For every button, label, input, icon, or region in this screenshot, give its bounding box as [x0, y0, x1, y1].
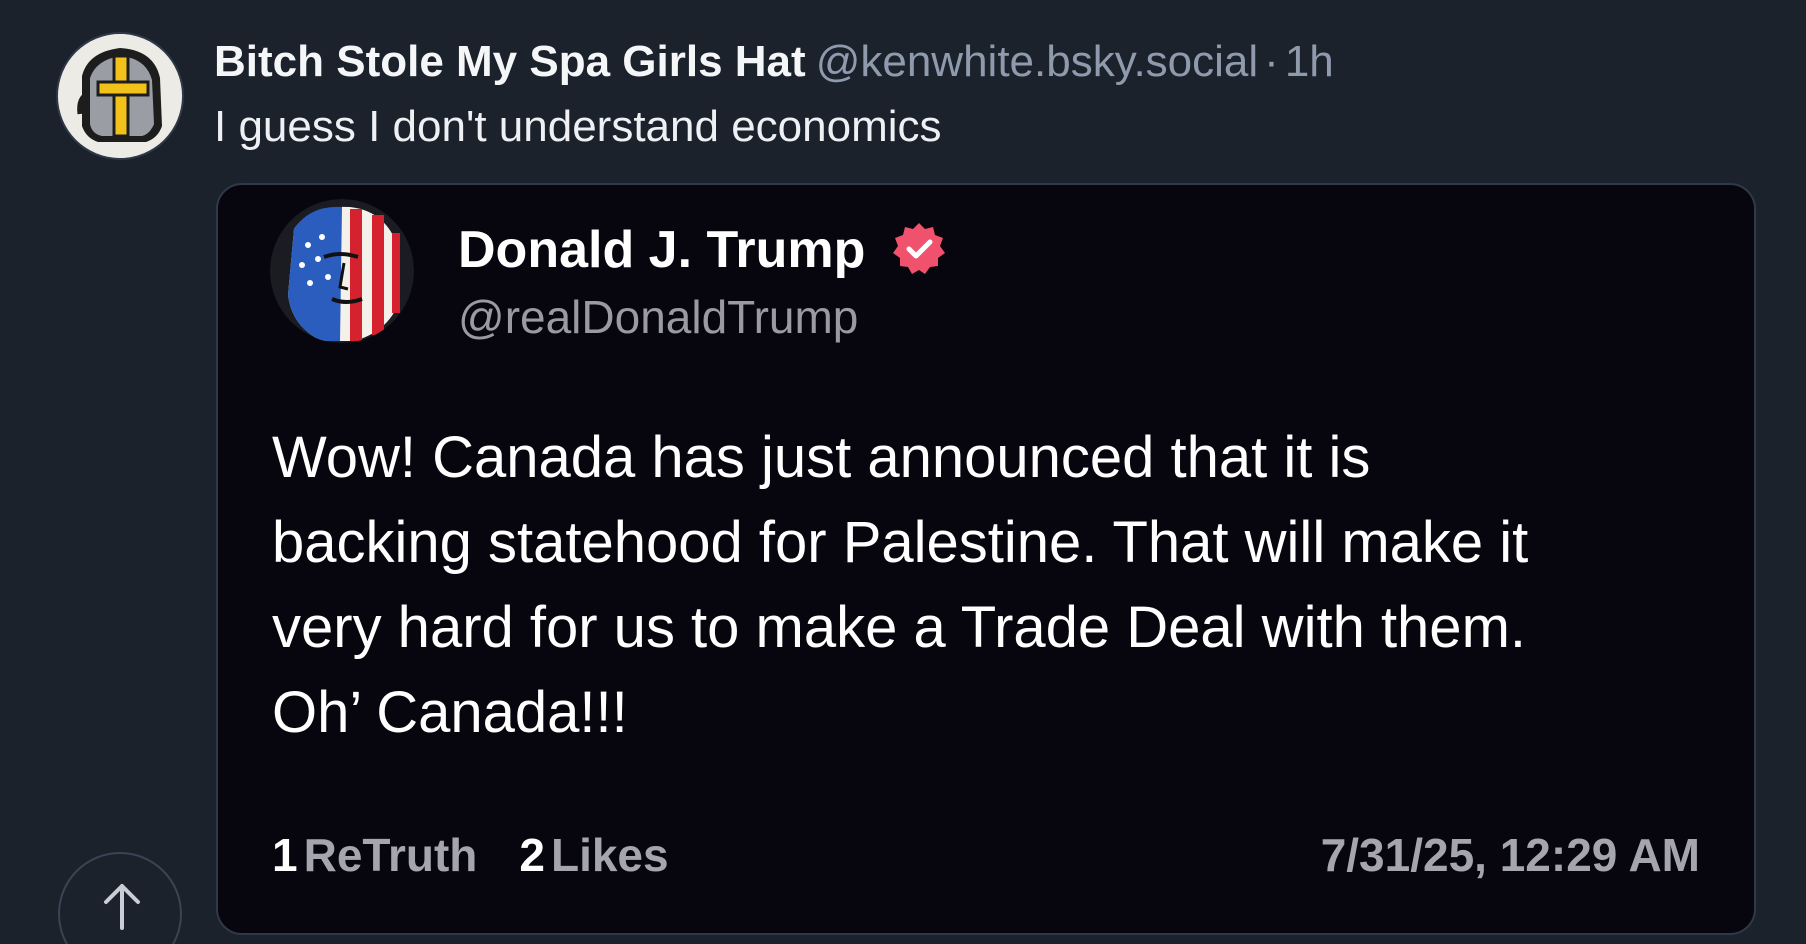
- post-time-ago[interactable]: 1h: [1285, 37, 1334, 86]
- verified-badge-icon: [892, 223, 945, 275]
- author-avatar[interactable]: [58, 34, 182, 158]
- quoted-post-line: very hard for us to make a Trade Deal wi…: [272, 595, 1526, 660]
- quoted-post-timestamp: 7/31/25, 12:29 AM: [1320, 829, 1700, 881]
- helmet-cross-icon: [58, 34, 182, 158]
- quoted-post-line: Oh’ Canada!!!: [272, 680, 628, 745]
- scroll-to-top-button[interactable]: [58, 852, 182, 944]
- retruth-count: 1: [272, 829, 298, 881]
- arrow-up-icon: [104, 884, 140, 930]
- quoted-author-handle: @realDonaldTrump: [458, 291, 859, 343]
- quoted-post-line: backing statehood for Palestine. That wi…: [272, 510, 1529, 575]
- likes-label: Likes: [550, 829, 669, 881]
- flag-face-icon: [270, 199, 414, 343]
- post-header: Bitch Stole My Spa Girls Hat @kenwhite.bs…: [214, 36, 1334, 88]
- feed-page: Bitch Stole My Spa Girls Hat @kenwhite.bs…: [0, 0, 1806, 944]
- separator-dot: ·: [1264, 37, 1279, 86]
- quoted-post-line: Wow! Canada has just announced that it i…: [272, 425, 1371, 490]
- quoted-post-embed[interactable]: Donald J. Trump @realDonaldTrump Wow! Ca…: [216, 183, 1756, 935]
- quoted-author-avatar: [270, 199, 414, 343]
- author-display-name[interactable]: Bitch Stole My Spa Girls Hat: [214, 37, 806, 86]
- likes-count: 2: [519, 829, 545, 881]
- post-text: I guess I don't understand economics: [214, 102, 942, 151]
- quoted-post-footer: 1 ReTruth 2 Likes 7/31/25, 12:29 AM: [272, 825, 1700, 885]
- retruth-label: ReTruth: [303, 829, 478, 881]
- retruth-stat: 1 ReTruth: [272, 825, 477, 885]
- quoted-author-name: Donald J. Trump: [458, 221, 866, 279]
- quoted-author-name-row: Donald J. Trump: [458, 219, 948, 281]
- author-handle[interactable]: @kenwhite.bsky.social: [816, 37, 1258, 86]
- quoted-post-body: Wow! Canada has just announced that it i…: [272, 415, 1712, 755]
- likes-stat: 2 Likes: [519, 825, 668, 885]
